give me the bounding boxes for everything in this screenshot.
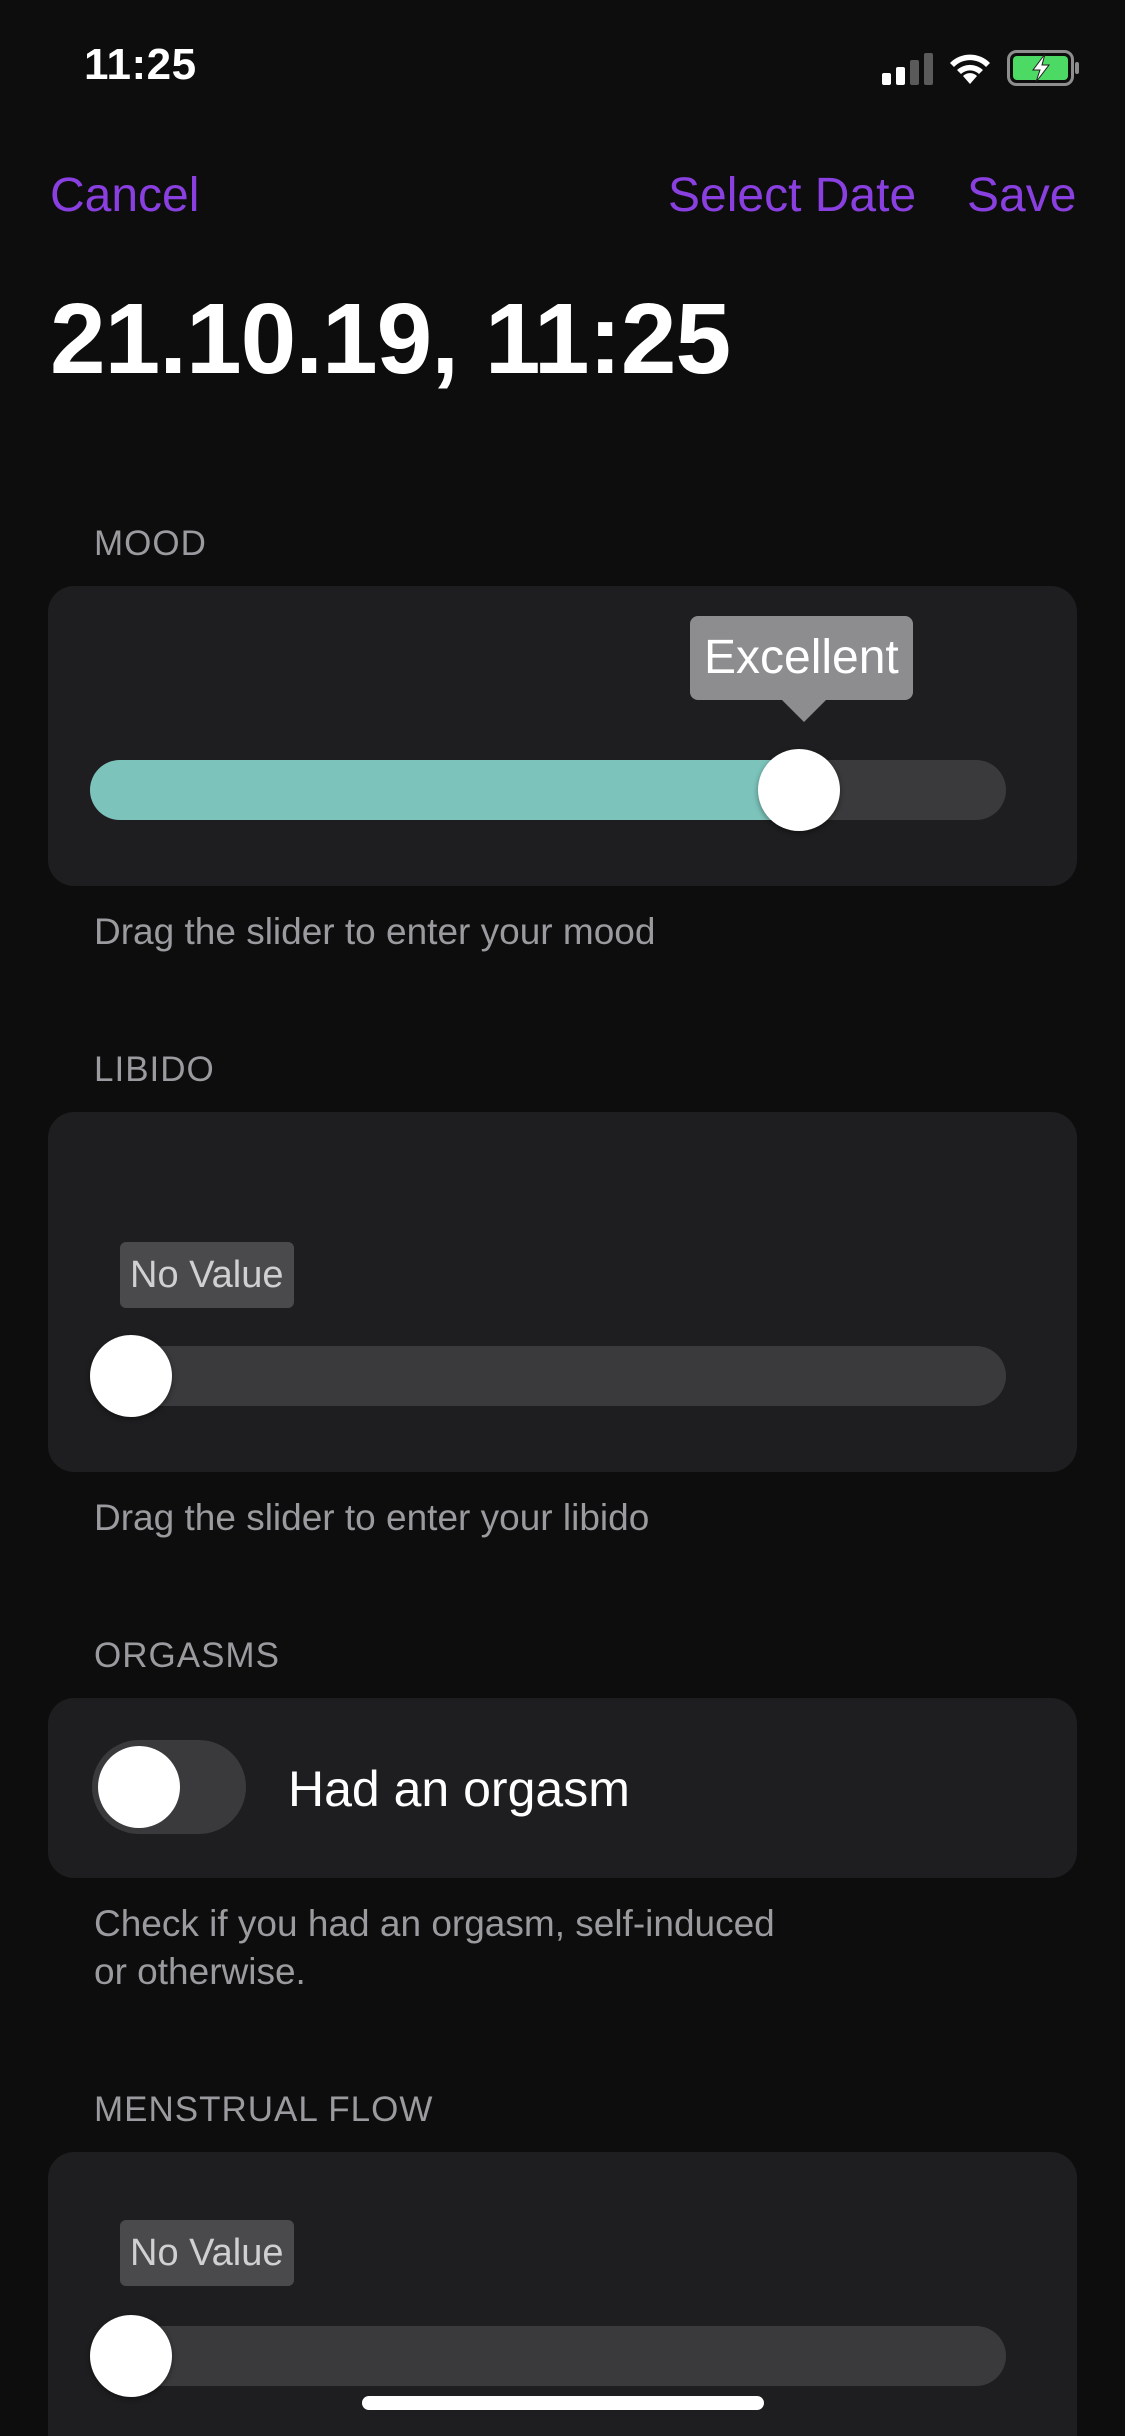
menstrual-flow-value-label: No Value xyxy=(120,2220,294,2286)
menstrual-flow-slider-thumb[interactable] xyxy=(90,2315,172,2397)
menstrual-flow-card: No Value xyxy=(48,2152,1077,2436)
orgasms-footnote: Check if you had an orgasm, self-induced… xyxy=(94,1900,775,1996)
mood-slider-fill xyxy=(90,760,800,820)
status-icons xyxy=(882,48,1081,88)
wifi-icon xyxy=(950,54,990,84)
cellular-signal-icon xyxy=(882,51,933,85)
status-time: 11:25 xyxy=(84,40,197,89)
cancel-button[interactable]: Cancel xyxy=(50,168,199,223)
mood-footnote: Drag the slider to enter your mood xyxy=(94,911,656,952)
battery-charging-icon xyxy=(1007,50,1079,86)
orgasms-footnote-line2: or otherwise. xyxy=(94,1951,306,1992)
orgasms-footnote-line1: Check if you had an orgasm, self-induced xyxy=(94,1903,775,1944)
mood-value-tooltip: Excellent xyxy=(690,616,913,700)
orgasm-toggle[interactable] xyxy=(92,1740,246,1834)
libido-footnote: Drag the slider to enter your libido xyxy=(94,1497,650,1538)
mood-section-header: MOOD xyxy=(94,524,207,563)
mood-slider-track[interactable] xyxy=(90,760,1006,820)
orgasm-toggle-knob xyxy=(98,1746,180,1828)
libido-value-label: No Value xyxy=(120,1242,294,1308)
orgasms-card: Had an orgasm xyxy=(48,1698,1077,1878)
libido-section-header: LIBIDO xyxy=(94,1050,215,1089)
orgasm-toggle-label: Had an orgasm xyxy=(288,1761,630,1817)
mood-tooltip-arrow xyxy=(782,700,826,722)
libido-card: No Value xyxy=(48,1112,1077,1472)
libido-slider-thumb[interactable] xyxy=(90,1335,172,1417)
page-title: 21.10.19, 11:25 xyxy=(50,283,731,395)
save-button[interactable]: Save xyxy=(967,168,1076,223)
libido-slider-track[interactable] xyxy=(90,1346,1006,1406)
orgasms-section-header: ORGASMS xyxy=(94,1636,280,1675)
mood-slider-thumb[interactable] xyxy=(758,749,840,831)
menstrual-flow-slider-track[interactable] xyxy=(90,2326,1006,2386)
mood-card: Excellent xyxy=(48,586,1077,886)
select-date-button[interactable]: Select Date xyxy=(668,168,916,223)
screen: 11:25 Cancel Select Date Save 21.10.19, … xyxy=(0,0,1125,2436)
menstrual-flow-section-header: MENSTRUAL FLOW xyxy=(94,2090,434,2129)
home-indicator xyxy=(362,2396,764,2410)
